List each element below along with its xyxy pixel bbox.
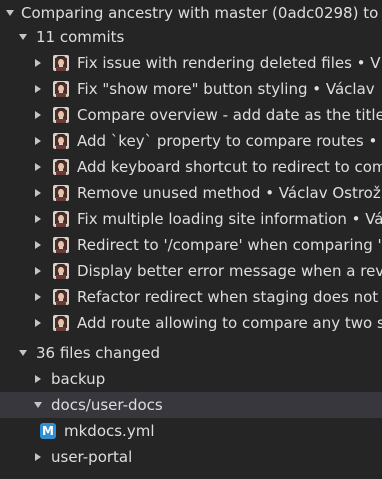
folder-label: backup: [51, 370, 106, 388]
chevron-right-icon[interactable]: [33, 84, 43, 94]
chevron-right-icon[interactable]: [33, 318, 43, 328]
files-section-label: 36 files changed: [36, 344, 161, 362]
files-section-row[interactable]: 36 files changed: [0, 340, 382, 366]
compare-root-title: Comparing ancestry with master (0adc0298…: [21, 4, 382, 22]
commit-message: Fix "show more" button styling • Václav: [77, 80, 375, 98]
author-avatar: [53, 81, 69, 97]
folder-label: docs/user-docs: [51, 396, 163, 414]
commit-message: Add route allowing to compare any two st: [77, 314, 382, 332]
commit-message: Display better error message when a revi…: [77, 262, 382, 280]
chevron-right-icon[interactable]: [33, 240, 43, 250]
author-avatar: [53, 237, 69, 253]
author-avatar: [53, 263, 69, 279]
commit-message: Redirect to '/compare' when comparing 's: [77, 236, 382, 254]
author-avatar: [53, 289, 69, 305]
compare-root-row[interactable]: Comparing ancestry with master (0adc0298…: [0, 0, 382, 26]
commit-row[interactable]: Refactor redirect when staging does not …: [0, 284, 382, 310]
chevron-right-icon[interactable]: [33, 136, 43, 146]
chevron-right-icon[interactable]: [33, 374, 43, 384]
folder-label: user-portal: [51, 448, 133, 466]
chevron-right-icon[interactable]: [33, 266, 43, 276]
commit-row[interactable]: Add keyboard shortcut to redirect to com: [0, 154, 382, 180]
folder-row-backup[interactable]: backup: [0, 366, 382, 392]
compare-tree: Comparing ancestry with master (0adc0298…: [0, 0, 382, 479]
commit-row[interactable]: Add route allowing to compare any two st: [0, 310, 382, 336]
commit-row[interactable]: Fix issue with rendering deleted files •…: [0, 50, 382, 76]
chevron-right-icon[interactable]: [33, 214, 43, 224]
chevron-down-icon[interactable]: [33, 400, 43, 410]
author-avatar: [53, 315, 69, 331]
commits-section-label: 11 commits: [36, 28, 125, 46]
chevron-right-icon[interactable]: [33, 452, 43, 462]
commit-message: Add keyboard shortcut to redirect to com: [77, 158, 382, 176]
chevron-right-icon[interactable]: [33, 188, 43, 198]
folder-row-user-portal[interactable]: user-portal: [0, 444, 382, 470]
commit-row[interactable]: Display better error message when a revi…: [0, 258, 382, 284]
chevron-down-icon[interactable]: [18, 32, 28, 42]
chevron-right-icon[interactable]: [33, 292, 43, 302]
markdown-m-icon: M: [40, 423, 56, 439]
chevron-right-icon[interactable]: [33, 162, 43, 172]
commit-message: Refactor redirect when staging does not …: [77, 288, 382, 306]
author-avatar: [53, 159, 69, 175]
commit-message: Fix multiple loading site information • …: [77, 210, 382, 228]
chevron-down-icon[interactable]: [18, 348, 28, 358]
commit-message: Compare overview - add date as the title: [77, 106, 382, 124]
commit-message: Remove unused method • Václav Ostrož: [77, 184, 381, 202]
folder-row-docs-user-docs[interactable]: docs/user-docs: [0, 392, 382, 418]
commit-message: Fix issue with rendering deleted files •…: [77, 54, 381, 72]
chevron-right-icon[interactable]: [33, 110, 43, 120]
chevron-down-icon[interactable]: [5, 8, 15, 18]
commit-row[interactable]: Fix multiple loading site information • …: [0, 206, 382, 232]
commit-row[interactable]: Compare overview - add date as the title: [0, 102, 382, 128]
author-avatar: [53, 55, 69, 71]
commit-row[interactable]: Remove unused method • Václav Ostrož: [0, 180, 382, 206]
author-avatar: [53, 211, 69, 227]
chevron-right-icon[interactable]: [33, 58, 43, 68]
commit-message: Add `key` property to compare routes •: [77, 132, 378, 150]
author-avatar: [53, 185, 69, 201]
commits-section-row[interactable]: 11 commits: [0, 24, 382, 50]
commit-row[interactable]: Redirect to '/compare' when comparing 's: [0, 232, 382, 258]
author-avatar: [53, 107, 69, 123]
file-label: mkdocs.yml: [64, 422, 155, 440]
commit-row[interactable]: Fix "show more" button styling • Václav: [0, 76, 382, 102]
commit-row[interactable]: Add `key` property to compare routes •: [0, 128, 382, 154]
author-avatar: [53, 133, 69, 149]
file-row-mkdocs[interactable]: M mkdocs.yml: [0, 418, 382, 444]
